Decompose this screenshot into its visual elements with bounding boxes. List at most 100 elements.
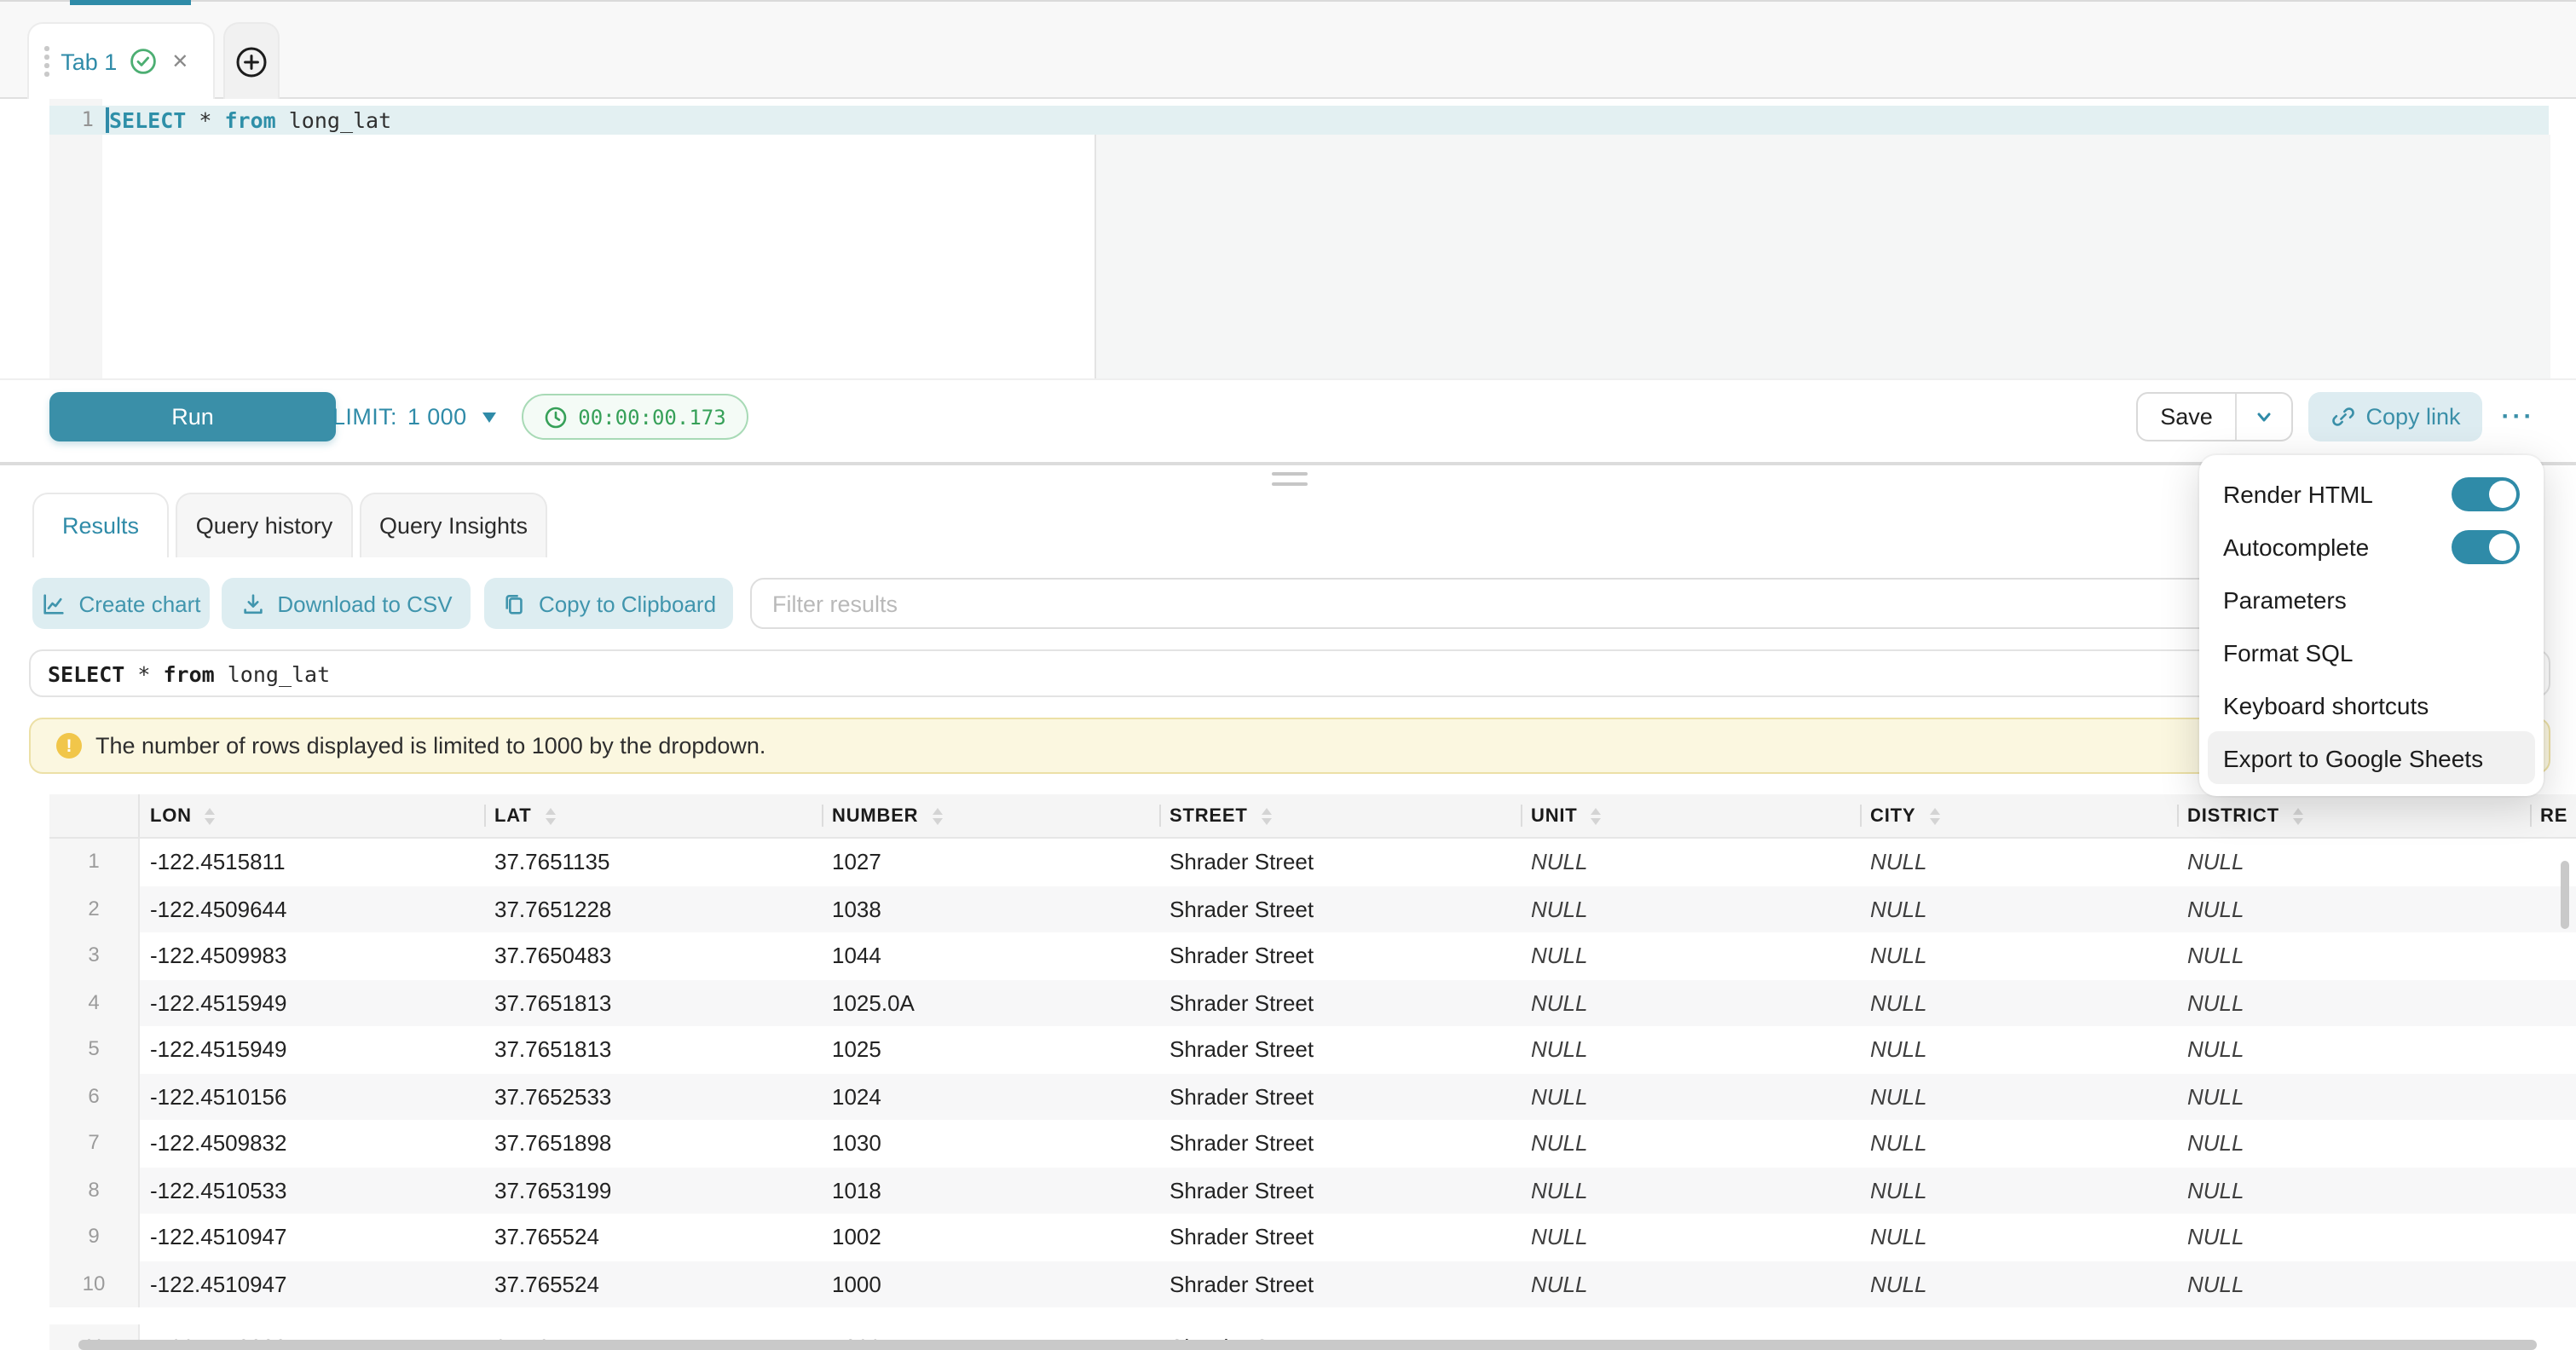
sql-keyword: from — [224, 107, 275, 133]
table-row[interactable]: 9-122.451094737.7655241002Shrader Street… — [49, 1214, 2576, 1261]
cell: 1000 — [822, 1261, 1159, 1307]
row-number: 1 — [49, 839, 140, 886]
cell: NULL — [1860, 1026, 2177, 1073]
cell: Shrader Street — [1159, 1261, 1521, 1307]
tab-tab1[interactable]: Tab 1 ✕ — [27, 22, 215, 99]
editor-secondary-pane — [1095, 135, 2550, 378]
create-chart-button[interactable]: Create chart — [32, 578, 210, 629]
row-number: 7 — [49, 1120, 140, 1167]
toggle-switch-on[interactable] — [2452, 529, 2520, 563]
editor-gutter — [49, 99, 102, 378]
sort-icon — [546, 807, 556, 824]
cell: NULL — [1521, 1261, 1860, 1307]
active-line-highlight — [49, 106, 2549, 135]
cell: NULL — [2177, 1261, 2530, 1307]
new-tab-button[interactable] — [223, 22, 280, 99]
column-header-number[interactable]: NUMBER — [822, 794, 1159, 837]
save-button[interactable]: Save — [2138, 394, 2235, 440]
cell: -122.4509983 — [140, 932, 484, 979]
menu-item-render-html[interactable]: Render HTML — [2208, 467, 2535, 520]
menu-item-label: Export to Google Sheets — [2223, 744, 2483, 771]
chevron-down-icon — [2254, 408, 2274, 425]
link-icon — [2330, 404, 2355, 430]
sort-icon — [1262, 807, 1272, 824]
limit-dropdown[interactable]: LIMIT: 1 000 — [332, 392, 496, 441]
column-header-lat[interactable]: LAT — [484, 794, 822, 837]
sql-code-editor[interactable]: 1 SELECT * from long_lat — [0, 99, 2576, 378]
tab-query-insights[interactable]: Query Insights — [360, 493, 547, 557]
column-header-label: LON — [150, 805, 192, 826]
menu-item-label: Format SQL — [2223, 638, 2354, 666]
clock-icon — [544, 405, 568, 429]
column-header-city[interactable]: CITY — [1860, 794, 2177, 837]
cell: -122.4510947 — [140, 1214, 484, 1261]
cell: NULL — [2177, 1214, 2530, 1261]
more-options-button[interactable]: ··· — [2492, 392, 2544, 441]
editor-tab-bar — [0, 0, 2576, 99]
horizontal-scrollbar[interactable] — [78, 1340, 2537, 1350]
run-button[interactable]: Run — [49, 392, 336, 441]
column-header-street[interactable]: STREET — [1159, 794, 1521, 837]
line-number: 1 — [49, 106, 94, 135]
table-row[interactable]: 5-122.451594937.76518131025Shrader Stree… — [49, 1026, 2576, 1073]
menu-item-keyboard-shortcuts[interactable]: Keyboard shortcuts — [2208, 678, 2535, 731]
table-row[interactable]: 4-122.451594937.76518131025.0AShrader St… — [49, 979, 2576, 1026]
cell: 37.765524 — [484, 1214, 822, 1261]
cell: NULL — [1860, 932, 2177, 979]
copy-link-button[interactable]: Copy link — [2308, 392, 2482, 441]
menu-item-autocomplete[interactable]: Autocomplete — [2208, 520, 2535, 573]
save-options-button[interactable] — [2235, 394, 2291, 440]
download-csv-label: Download to CSV — [277, 591, 452, 616]
cell: NULL — [1521, 1120, 1860, 1167]
column-header-label: CITY — [1870, 805, 1915, 826]
cell: Shrader Street — [1159, 886, 1521, 932]
copy-clipboard-button[interactable]: Copy to Clipboard — [484, 578, 733, 629]
table-row[interactable]: 8-122.451053337.76531991018Shrader Stree… — [49, 1167, 2576, 1214]
cell: 1027 — [822, 839, 1159, 886]
close-tab-icon[interactable]: ✕ — [171, 49, 188, 73]
toggle-switch-on[interactable] — [2452, 476, 2520, 511]
tab-query-history[interactable]: Query history — [176, 493, 353, 557]
cell: Shrader Street — [1159, 1167, 1521, 1214]
table-row[interactable]: 3-122.450998337.76504831044Shrader Stree… — [49, 932, 2576, 979]
column-header-unit[interactable]: UNIT — [1521, 794, 1860, 837]
cell: 37.765524 — [484, 1261, 822, 1307]
menu-item-format-sql[interactable]: Format SQL — [2208, 626, 2535, 678]
resize-handle[interactable] — [1272, 472, 1308, 486]
cell: 37.7652533 — [484, 1073, 822, 1120]
cell: NULL — [1860, 1261, 2177, 1307]
drag-handle-icon[interactable] — [44, 46, 49, 77]
sql-keyword: from — [163, 661, 214, 686]
sql-code-line[interactable]: SELECT * from long_lat — [109, 106, 391, 135]
cell: NULL — [1860, 886, 2177, 932]
tab-results[interactable]: Results — [32, 493, 169, 557]
menu-item-export-to-google-sheets[interactable]: Export to Google Sheets — [2208, 731, 2535, 784]
table-row[interactable]: 2-122.450964437.76512281038Shrader Stree… — [49, 886, 2576, 932]
column-header-re[interactable]: RE — [2530, 794, 2576, 837]
cell: 1002 — [822, 1214, 1159, 1261]
tab-label: Tab 1 — [61, 49, 117, 74]
more-menu: Render HTMLAutocompleteParameters Format … — [2199, 455, 2544, 796]
results-panel: Create chart Download to CSV Copy to Cli… — [0, 557, 2576, 1350]
warning-text: The number of rows displayed is limited … — [95, 733, 765, 759]
column-header-label: RE — [2540, 805, 2567, 826]
cell: -122.4509832 — [140, 1120, 484, 1167]
row-limit-warning-banner: ! The number of rows displayed is limite… — [29, 718, 2550, 774]
active-tab-accent — [70, 0, 191, 5]
sql-keyword: SELECT — [109, 107, 186, 133]
table-row[interactable]: 10-122.451094737.7655241000Shrader Stree… — [49, 1261, 2576, 1307]
cell: NULL — [1860, 979, 2177, 1026]
column-header-district[interactable]: DISTRICT — [2177, 794, 2530, 837]
download-csv-button[interactable]: Download to CSV — [222, 578, 471, 629]
table-row[interactable]: 7-122.450983237.76518981030Shrader Stree… — [49, 1120, 2576, 1167]
vertical-scrollbar[interactable] — [2561, 861, 2569, 929]
cell: NULL — [2177, 979, 2530, 1026]
menu-item-parameters[interactable]: Parameters — [2208, 573, 2535, 626]
column-header-lon[interactable]: LON — [140, 794, 484, 837]
warning-icon: ! — [56, 733, 82, 759]
cell: Shrader Street — [1159, 839, 1521, 886]
table-row[interactable]: 6-122.451015637.76525331024Shrader Stree… — [49, 1073, 2576, 1120]
table-row[interactable]: 1-122.451581137.76511351027Shrader Stree… — [49, 839, 2576, 886]
cell: 1025 — [822, 1026, 1159, 1073]
cell: NULL — [1521, 932, 1860, 979]
